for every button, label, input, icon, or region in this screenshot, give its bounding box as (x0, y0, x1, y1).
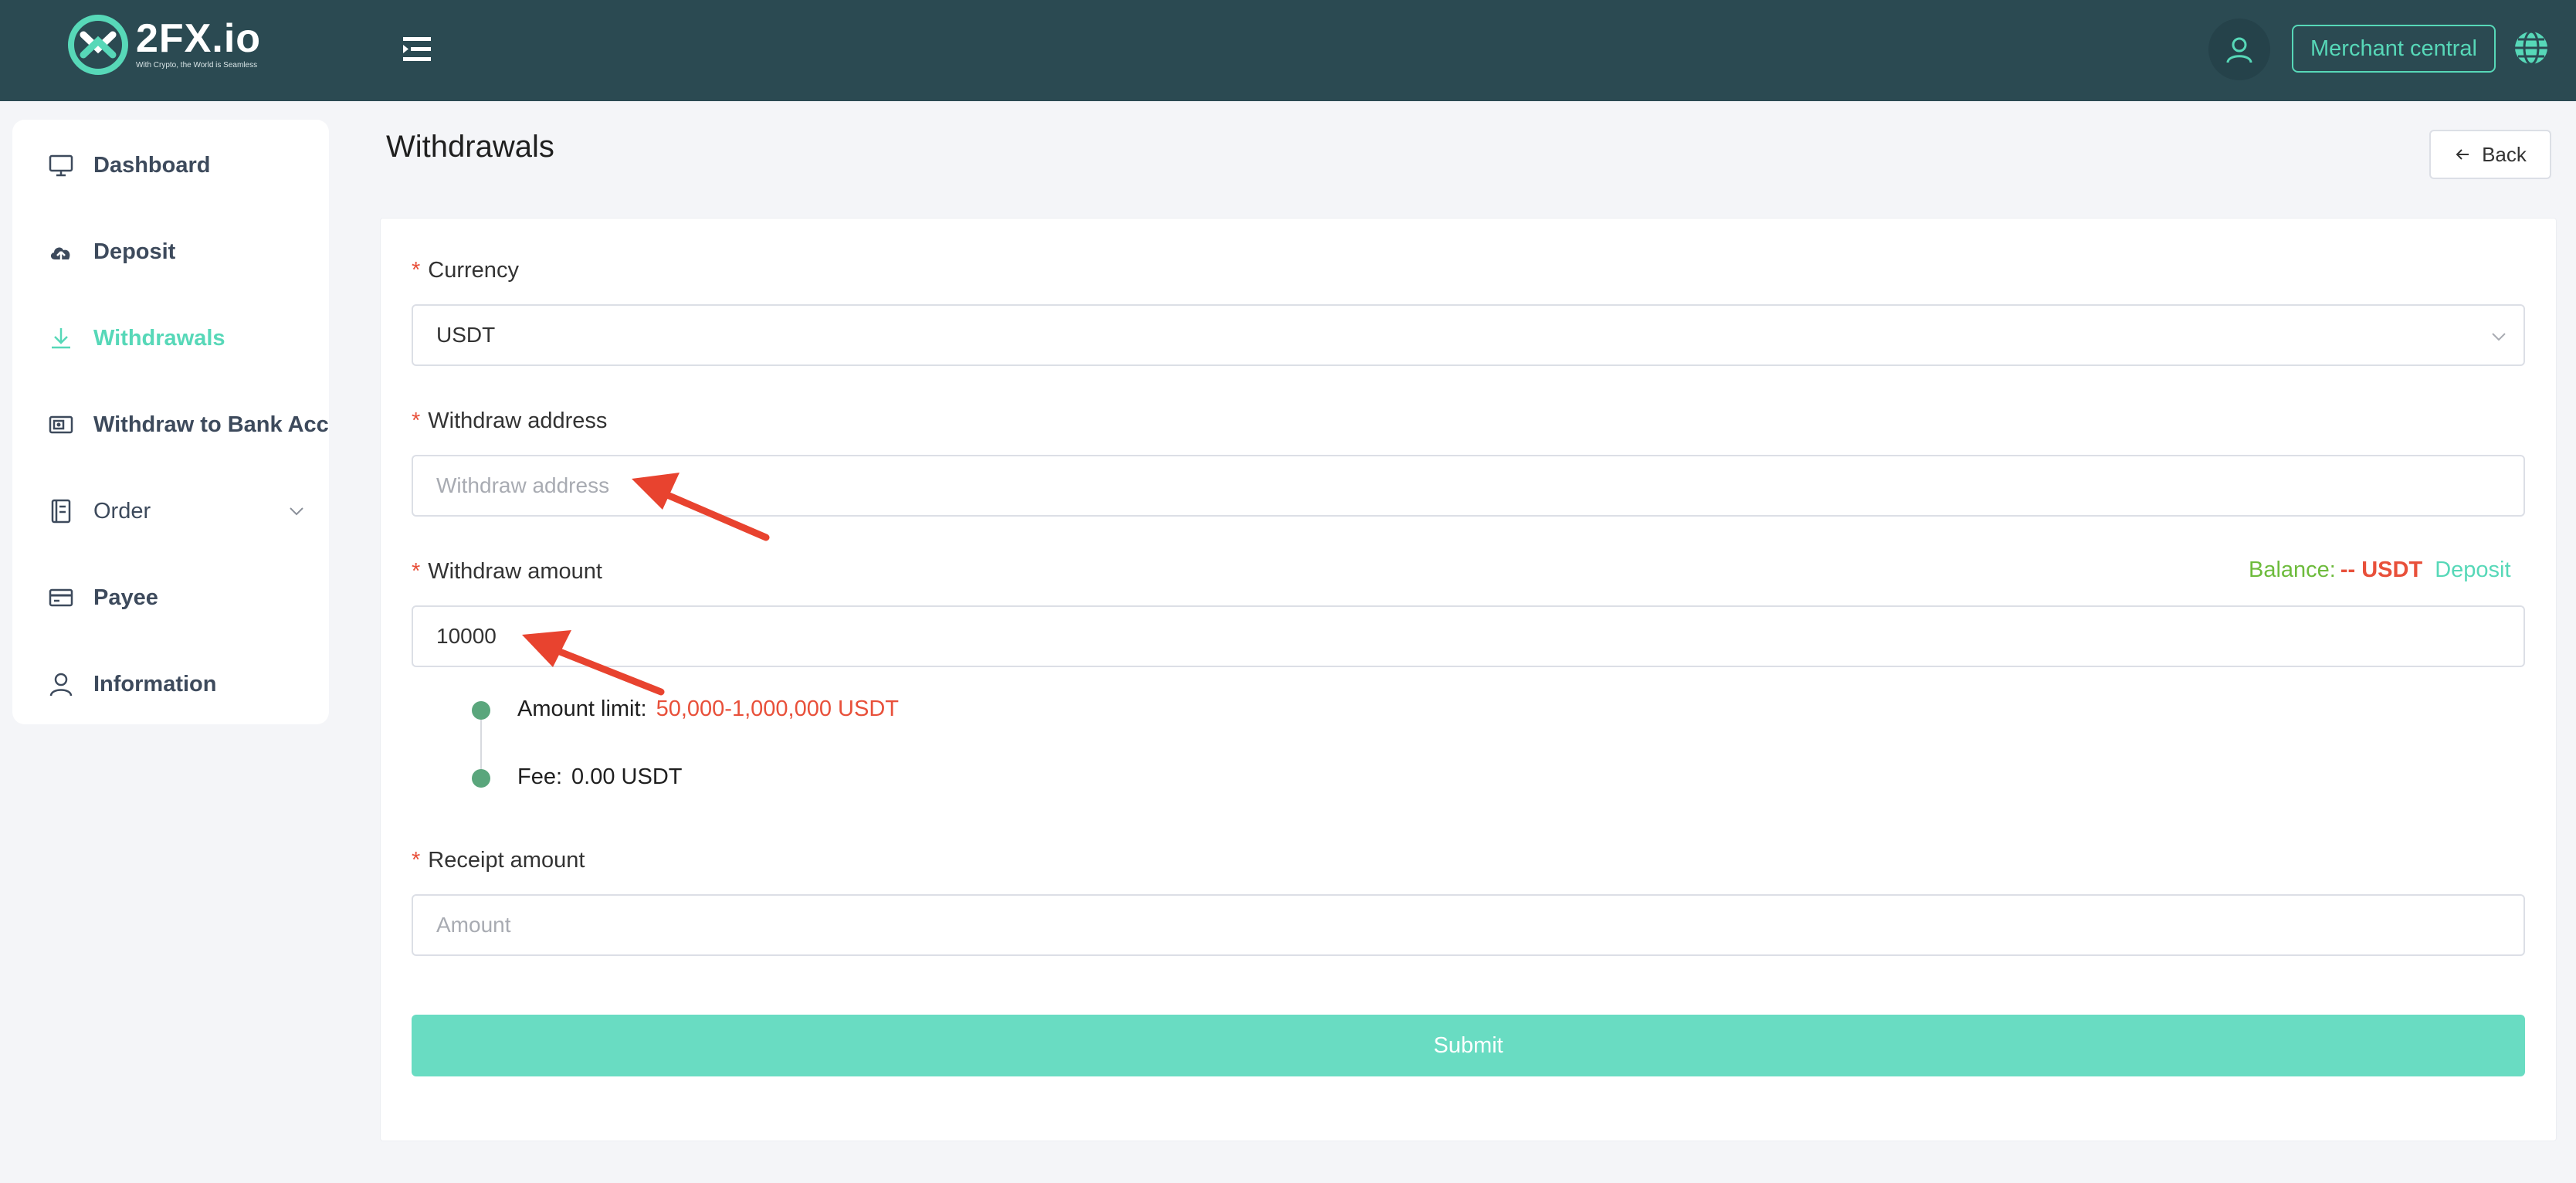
arrow-left-icon (2456, 149, 2469, 160)
chevron-down-icon (2492, 333, 2506, 341)
fee-value: 0.00 USDT (571, 764, 683, 789)
logo[interactable]: 2FX.io With Crypto, the World is Seamles… (68, 12, 261, 77)
timeline-dot (472, 701, 490, 720)
user-icon (2226, 37, 2252, 63)
sidebar-item-withdrawals[interactable]: Withdrawals (12, 307, 329, 369)
sidebar-item-label: Dashboard (93, 152, 211, 178)
currency-select[interactable]: USDT (412, 304, 2525, 366)
deposit-link[interactable]: Deposit (2435, 558, 2510, 582)
user-icon (46, 669, 76, 699)
menu-toggle-icon[interactable] (400, 34, 436, 65)
withdraw-amount-input[interactable] (412, 605, 2525, 667)
required-mark: * (412, 559, 421, 584)
logo-tagline: With Crypto, the World is Seamless (136, 61, 258, 69)
document-icon (46, 497, 76, 526)
withdraw-amount-label: * Withdraw amount (412, 559, 602, 584)
sidebar-item-label: Order (93, 498, 151, 524)
required-mark: * (412, 258, 421, 283)
top-header: 2FX.io With Crypto, the World is Seamles… (0, 0, 2576, 101)
sidebar-item-order[interactable]: Order (12, 480, 329, 542)
language-globe-icon[interactable] (2513, 29, 2550, 66)
timeline-dot (472, 769, 490, 788)
merchant-central-button[interactable]: Merchant central (2292, 25, 2496, 73)
bank-card-icon (46, 410, 76, 439)
sidebar-item-information[interactable]: Information (12, 653, 329, 715)
withdraw-address-input[interactable] (412, 455, 2525, 517)
required-mark: * (412, 848, 421, 873)
currency-value: USDT (436, 323, 496, 347)
sidebar-item-label: Withdrawals (93, 325, 225, 351)
submit-button[interactable]: Submit (412, 1015, 2525, 1076)
page-title: Withdrawals (386, 130, 554, 164)
amount-limit-info: Amount limit: 50,000-1,000,000 USDT (517, 697, 899, 721)
monitor-icon (46, 151, 76, 180)
receipt-amount-input[interactable] (412, 894, 2525, 956)
sidebar-item-label: Payee (93, 585, 158, 610)
withdraw-address-label: * Withdraw address (412, 408, 608, 433)
balance-display: Balance: -- USDT Deposit (2249, 558, 2511, 583)
sidebar-item-label: Deposit (93, 239, 176, 264)
download-icon (46, 324, 76, 353)
receipt-amount-label: * Receipt amount (412, 848, 585, 873)
sidebar: Dashboard Deposit Withdrawals Withdraw t… (12, 120, 329, 724)
sidebar-item-label: Information (93, 671, 217, 697)
sidebar-item-dashboard[interactable]: Dashboard (12, 134, 329, 196)
user-avatar-button[interactable] (2208, 19, 2270, 80)
sidebar-item-payee[interactable]: Payee (12, 567, 329, 629)
fee-info: Fee: 0.00 USDT (517, 764, 683, 789)
amount-limit-value: 50,000-1,000,000 USDT (656, 697, 899, 721)
sidebar-item-label: Withdraw to Bank Account (93, 412, 329, 437)
sidebar-item-withdraw-to-bank[interactable]: Withdraw to Bank Account (12, 394, 329, 456)
currency-label: * Currency (412, 258, 519, 283)
logo-name: 2FX.io (136, 16, 262, 61)
cloud-upload-icon (46, 237, 76, 266)
balance-value: -- USDT (2340, 558, 2423, 582)
balance-label: Balance: (2249, 558, 2336, 582)
required-mark: * (412, 408, 421, 433)
back-button[interactable]: Back (2429, 130, 2551, 179)
credit-card-icon (46, 583, 76, 612)
back-label: Back (2482, 142, 2527, 166)
chevron-down-icon (290, 507, 303, 516)
sidebar-item-deposit[interactable]: Deposit (12, 221, 329, 283)
logo-mark-icon (68, 15, 128, 75)
